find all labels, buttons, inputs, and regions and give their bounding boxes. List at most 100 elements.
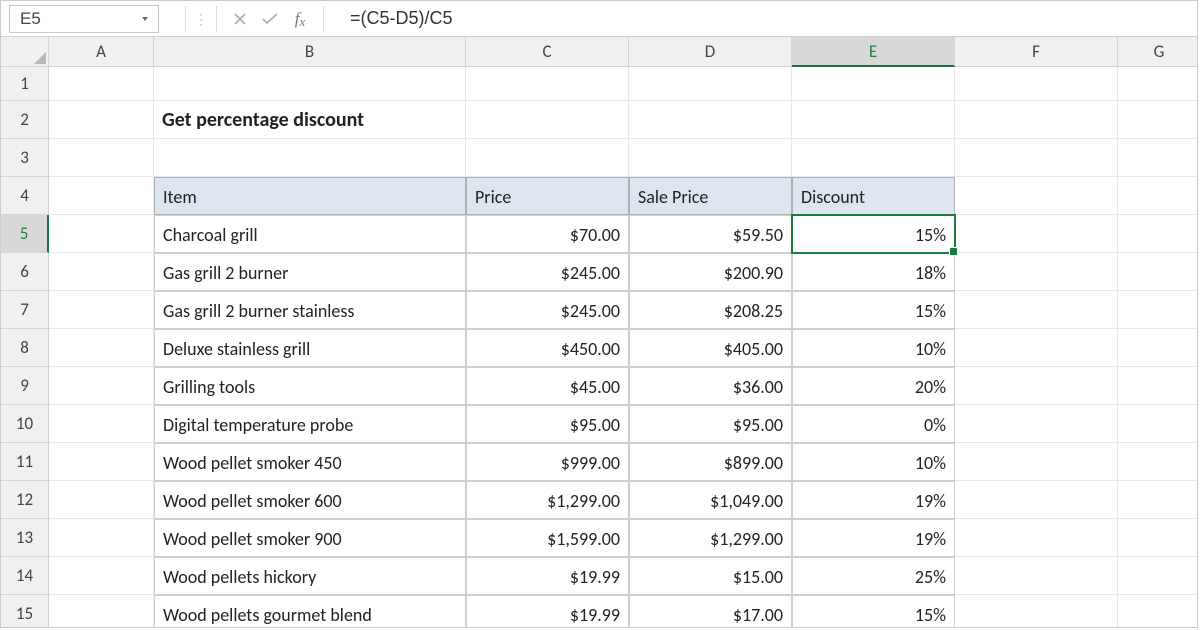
col-header-G[interactable]: G <box>1118 37 1198 67</box>
row-header-14[interactable]: 14 <box>1 557 49 595</box>
cell-C7[interactable]: $245.00 <box>466 291 629 329</box>
cell-E1[interactable] <box>792 67 955 101</box>
cell-A13[interactable] <box>49 519 154 557</box>
cell-F13[interactable] <box>955 519 1118 557</box>
cell-D2[interactable] <box>629 101 792 139</box>
row-header-9[interactable]: 9 <box>1 367 49 405</box>
cell-A1[interactable] <box>49 67 154 101</box>
cell-A6[interactable] <box>49 253 154 291</box>
cell-E13[interactable]: 19% <box>792 519 955 557</box>
cell-F2[interactable] <box>955 101 1118 139</box>
cell-B2[interactable]: Get percentage discount <box>154 101 466 139</box>
cell-G12[interactable] <box>1118 481 1198 519</box>
row-header-12[interactable]: 12 <box>1 481 49 519</box>
cell-C8[interactable]: $450.00 <box>466 329 629 367</box>
cell-D1[interactable] <box>629 67 792 101</box>
cell-D14[interactable]: $15.00 <box>629 557 792 595</box>
cell-B8[interactable]: Deluxe stainless grill <box>154 329 466 367</box>
cell-G13[interactable] <box>1118 519 1198 557</box>
cell-C9[interactable]: $45.00 <box>466 367 629 405</box>
cell-E14[interactable]: 25% <box>792 557 955 595</box>
cell-D3[interactable] <box>629 139 792 177</box>
cell-A9[interactable] <box>49 367 154 405</box>
cell-F9[interactable] <box>955 367 1118 405</box>
col-header-B[interactable]: B <box>154 37 466 67</box>
cell-G6[interactable] <box>1118 253 1198 291</box>
cell-F5[interactable] <box>955 215 1118 253</box>
cell-E9[interactable]: 20% <box>792 367 955 405</box>
cell-D8[interactable]: $405.00 <box>629 329 792 367</box>
cell-E6[interactable]: 18% <box>792 253 955 291</box>
cell-C6[interactable]: $245.00 <box>466 253 629 291</box>
cell-F14[interactable] <box>955 557 1118 595</box>
cell-A8[interactable] <box>49 329 154 367</box>
cell-F3[interactable] <box>955 139 1118 177</box>
header-item[interactable]: Item <box>154 177 466 215</box>
cell-G2[interactable] <box>1118 101 1198 139</box>
enter-button[interactable] <box>255 12 285 26</box>
cell-G9[interactable] <box>1118 367 1198 405</box>
cell-D9[interactable]: $36.00 <box>629 367 792 405</box>
cell-C5[interactable]: $70.00 <box>466 215 629 253</box>
row-header-15[interactable]: 15 <box>1 595 49 628</box>
header-discount[interactable]: Discount <box>792 177 955 215</box>
cell-F6[interactable] <box>955 253 1118 291</box>
cell-E3[interactable] <box>792 139 955 177</box>
cell-B13[interactable]: Wood pellet smoker 900 <box>154 519 466 557</box>
cell-B11[interactable]: Wood pellet smoker 450 <box>154 443 466 481</box>
cell-F8[interactable] <box>955 329 1118 367</box>
cell-E15[interactable]: 15% <box>792 595 955 628</box>
cell-G14[interactable] <box>1118 557 1198 595</box>
cell-G1[interactable] <box>1118 67 1198 101</box>
row-header-2[interactable]: 2 <box>1 101 49 139</box>
cell-G15[interactable] <box>1118 595 1198 628</box>
cell-G4[interactable] <box>1118 177 1198 215</box>
cell-B5[interactable]: Charcoal grill <box>154 215 466 253</box>
row-header-11[interactable]: 11 <box>1 443 49 481</box>
cell-B7[interactable]: Gas grill 2 burner stainless <box>154 291 466 329</box>
name-box[interactable]: E5 <box>9 5 159 33</box>
cell-B6[interactable]: Gas grill 2 burner <box>154 253 466 291</box>
cell-F12[interactable] <box>955 481 1118 519</box>
cell-C12[interactable]: $1,299.00 <box>466 481 629 519</box>
cell-E11[interactable]: 10% <box>792 443 955 481</box>
row-header-4[interactable]: 4 <box>1 177 49 215</box>
cell-F15[interactable] <box>955 595 1118 628</box>
cell-C1[interactable] <box>466 67 629 101</box>
cell-D6[interactable]: $200.90 <box>629 253 792 291</box>
cell-F4[interactable] <box>955 177 1118 215</box>
row-header-8[interactable]: 8 <box>1 329 49 367</box>
insert-function-button[interactable]: fx <box>285 9 315 29</box>
cell-F1[interactable] <box>955 67 1118 101</box>
cell-F11[interactable] <box>955 443 1118 481</box>
cell-B10[interactable]: Digital temperature probe <box>154 405 466 443</box>
cell-A7[interactable] <box>49 291 154 329</box>
cell-E7[interactable]: 15% <box>792 291 955 329</box>
cell-D11[interactable]: $899.00 <box>629 443 792 481</box>
row-header-7[interactable]: 7 <box>1 291 49 329</box>
cell-C10[interactable]: $95.00 <box>466 405 629 443</box>
cell-F10[interactable] <box>955 405 1118 443</box>
cell-C14[interactable]: $19.99 <box>466 557 629 595</box>
cell-C2[interactable] <box>466 101 629 139</box>
cell-G5[interactable] <box>1118 215 1198 253</box>
cell-B9[interactable]: Grilling tools <box>154 367 466 405</box>
row-header-5[interactable]: 5 <box>1 215 49 253</box>
row-header-6[interactable]: 6 <box>1 253 49 291</box>
formula-input[interactable]: =(C5-D5)/C5 <box>332 8 1189 29</box>
cell-C13[interactable]: $1,599.00 <box>466 519 629 557</box>
cell-G3[interactable] <box>1118 139 1198 177</box>
cell-D10[interactable]: $95.00 <box>629 405 792 443</box>
drag-handle-icon[interactable]: ⋮ <box>194 16 208 22</box>
cell-B1[interactable] <box>154 67 466 101</box>
cell-A2[interactable] <box>49 101 154 139</box>
cell-A14[interactable] <box>49 557 154 595</box>
row-header-10[interactable]: 10 <box>1 405 49 443</box>
cancel-button[interactable] <box>225 12 255 26</box>
row-header-3[interactable]: 3 <box>1 139 49 177</box>
cell-A10[interactable] <box>49 405 154 443</box>
header-price[interactable]: Price <box>466 177 629 215</box>
cell-B14[interactable]: Wood pellets hickory <box>154 557 466 595</box>
cell-A12[interactable] <box>49 481 154 519</box>
col-header-E[interactable]: E <box>792 37 955 67</box>
